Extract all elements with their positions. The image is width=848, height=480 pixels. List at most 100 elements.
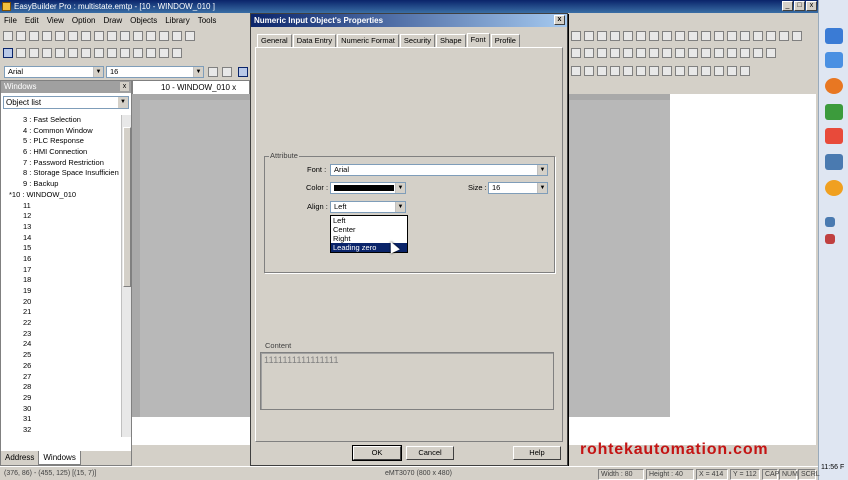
- scale-icon[interactable]: [146, 48, 156, 58]
- line-icon[interactable]: [29, 48, 39, 58]
- app-icon[interactable]: [825, 28, 843, 44]
- object-icon[interactable]: [675, 31, 685, 41]
- window-tree-item[interactable]: 15: [3, 243, 119, 254]
- tab-data-entry[interactable]: Data Entry: [292, 34, 337, 47]
- paste-icon[interactable]: [68, 31, 78, 41]
- menu-file[interactable]: File: [4, 16, 17, 25]
- window-tree-item[interactable]: 29: [3, 393, 119, 404]
- object-icon[interactable]: [740, 48, 750, 58]
- window-tree-item[interactable]: 23: [3, 329, 119, 340]
- align-icon[interactable]: [649, 66, 659, 76]
- tab-windows[interactable]: Windows: [38, 451, 81, 465]
- object-icon[interactable]: [714, 48, 724, 58]
- object-icon[interactable]: [753, 31, 763, 41]
- object-icon[interactable]: [701, 31, 711, 41]
- align-icon[interactable]: [675, 66, 685, 76]
- undo-icon[interactable]: [81, 31, 91, 41]
- tray-icon[interactable]: [825, 234, 835, 244]
- object-icon[interactable]: [766, 31, 776, 41]
- copy-icon[interactable]: [55, 31, 65, 41]
- circle-icon[interactable]: [68, 48, 78, 58]
- object-icon[interactable]: [636, 31, 646, 41]
- align-icon[interactable]: [610, 66, 620, 76]
- window-tree-item[interactable]: 27: [3, 372, 119, 383]
- font-size-selector[interactable]: 16 ▼: [106, 66, 204, 78]
- object-icon[interactable]: [597, 48, 607, 58]
- align-icon[interactable]: [701, 66, 711, 76]
- align-combobox[interactable]: Left ▼: [330, 201, 406, 213]
- object-icon[interactable]: [584, 31, 594, 41]
- object-icon[interactable]: [753, 48, 763, 58]
- window-tree-item[interactable]: 17: [3, 265, 119, 276]
- align-option-center[interactable]: Center: [331, 225, 407, 234]
- align-icon[interactable]: [714, 66, 724, 76]
- object-icon[interactable]: [623, 48, 633, 58]
- close-button[interactable]: x: [806, 1, 817, 11]
- color-picker[interactable]: ▼: [330, 182, 406, 194]
- size-combobox[interactable]: 16 ▼: [488, 182, 548, 194]
- object-icon[interactable]: [571, 31, 581, 41]
- print-icon[interactable]: [107, 31, 117, 41]
- object-icon[interactable]: [636, 48, 646, 58]
- download-icon[interactable]: [146, 31, 156, 41]
- arc-icon[interactable]: [55, 48, 65, 58]
- app-icon[interactable]: [825, 52, 843, 68]
- tab-profile[interactable]: Profile: [490, 34, 520, 47]
- tray-icon[interactable]: [825, 217, 835, 227]
- pen-icon[interactable]: [159, 31, 169, 41]
- simulate-icon[interactable]: [133, 31, 143, 41]
- window-tree-item[interactable]: 20: [3, 297, 119, 308]
- window-tree-item[interactable]: 24: [3, 339, 119, 350]
- object-icon[interactable]: [584, 48, 594, 58]
- align-option-left[interactable]: Left: [331, 216, 407, 225]
- window-tree-item[interactable]: 11: [3, 201, 119, 212]
- object-icon[interactable]: [740, 31, 750, 41]
- object-icon[interactable]: [610, 48, 620, 58]
- tab-security[interactable]: Security: [399, 34, 435, 47]
- window-tree-item[interactable]: 30: [3, 404, 119, 415]
- bold-icon[interactable]: [208, 67, 218, 77]
- close-icon[interactable]: x: [232, 83, 236, 92]
- object-icon[interactable]: [688, 31, 698, 41]
- redo-icon[interactable]: [94, 31, 104, 41]
- app-icon[interactable]: [825, 154, 843, 170]
- open-icon[interactable]: [16, 31, 26, 41]
- object-icon[interactable]: [688, 48, 698, 58]
- window-tree-item[interactable]: 5 : PLC Response: [3, 136, 119, 147]
- window-tree-item[interactable]: 9 : Backup: [3, 179, 119, 190]
- object-icon[interactable]: [675, 48, 685, 58]
- font-combobox[interactable]: Arial ▼: [330, 164, 548, 176]
- menu-tools[interactable]: Tools: [198, 16, 217, 25]
- window-tree-item[interactable]: 32: [3, 425, 119, 435]
- cut-icon[interactable]: [42, 31, 52, 41]
- window-tree-item[interactable]: 14: [3, 233, 119, 244]
- window-tree-item[interactable]: 12: [3, 211, 119, 222]
- fill-icon[interactable]: [172, 48, 182, 58]
- window-tree-item[interactable]: 25: [3, 350, 119, 361]
- object-icon[interactable]: [727, 48, 737, 58]
- object-icon[interactable]: [779, 31, 789, 41]
- object-icon[interactable]: [649, 31, 659, 41]
- table-icon[interactable]: [159, 48, 169, 58]
- save-icon[interactable]: [29, 31, 39, 41]
- align-icon[interactable]: [727, 66, 737, 76]
- window-tree-item[interactable]: 19: [3, 286, 119, 297]
- scrollbar-thumb[interactable]: [123, 127, 131, 287]
- object-list-selector[interactable]: Object list ▼: [3, 96, 129, 109]
- object-icon[interactable]: [766, 48, 776, 58]
- menu-objects[interactable]: Objects: [130, 16, 157, 25]
- polyline-icon[interactable]: [42, 48, 52, 58]
- document-tab[interactable]: 10 - WINDOW_010 x: [132, 80, 250, 94]
- object-icon[interactable]: [727, 31, 737, 41]
- align-left-icon[interactable]: [238, 67, 248, 77]
- object-icon[interactable]: [610, 31, 620, 41]
- select-icon[interactable]: [16, 48, 26, 58]
- text-icon[interactable]: [120, 48, 130, 58]
- window-tree-item[interactable]: 13: [3, 222, 119, 233]
- rectangle-icon[interactable]: [81, 48, 91, 58]
- rounded-rect-icon[interactable]: [94, 48, 104, 58]
- pointer-icon[interactable]: [3, 48, 13, 58]
- window-tree-item[interactable]: 21: [3, 307, 119, 318]
- window-tree-item[interactable]: 28: [3, 382, 119, 393]
- maximize-button[interactable]: □: [794, 1, 805, 11]
